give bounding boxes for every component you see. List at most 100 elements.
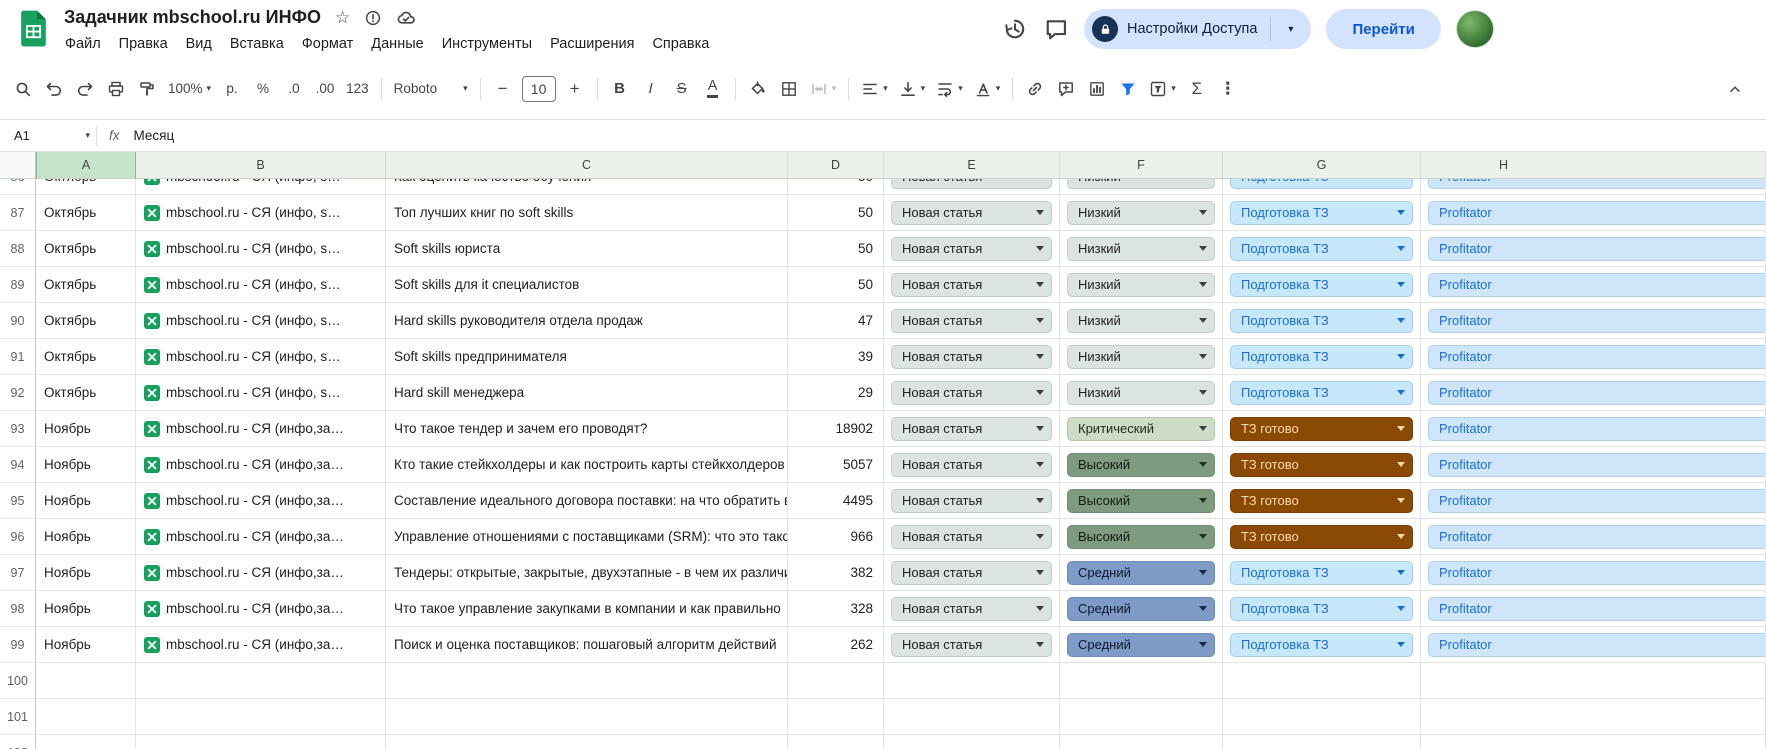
priority-chip[interactable]: Средний	[1067, 561, 1215, 585]
cell-month[interactable]: Октябрь	[36, 179, 136, 195]
cell-title[interactable]: Soft skills предпринимателя	[386, 339, 788, 375]
stage-chip[interactable]: Подготовка ТЗ	[1230, 309, 1413, 333]
menu-format[interactable]: Формат	[293, 34, 363, 54]
row-number[interactable]: 92	[0, 375, 36, 411]
cell-month[interactable]: Октябрь	[36, 195, 136, 231]
author-chip[interactable]: Profitator	[1428, 489, 1766, 513]
cell-stage[interactable]: ТЗ готово	[1223, 483, 1421, 519]
column-header-A[interactable]: A	[36, 152, 136, 179]
cell-status[interactable]: Новая статья	[884, 555, 1060, 591]
cell-empty[interactable]	[1421, 735, 1766, 749]
stage-chip[interactable]: Подготовка ТЗ	[1230, 633, 1413, 657]
cell-month[interactable]: Ноябрь	[36, 591, 136, 627]
cell-link[interactable]: mbschool.ru - СЯ (инфо,за…	[136, 591, 386, 627]
cell-priority[interactable]: Низкий	[1060, 231, 1223, 267]
cell-status[interactable]: Новая статья	[884, 303, 1060, 339]
cell-status[interactable]: Новая статья	[884, 339, 1060, 375]
row-number[interactable]: 98	[0, 591, 36, 627]
cell-status[interactable]: Новая статья	[884, 179, 1060, 195]
status-chip[interactable]: Новая статья	[891, 309, 1052, 333]
row-number[interactable]: 87	[0, 195, 36, 231]
insert-comment-button[interactable]	[1051, 74, 1081, 104]
cell-empty[interactable]	[788, 663, 884, 699]
row-number[interactable]: 101	[0, 699, 36, 735]
cell-stage[interactable]: Подготовка ТЗ	[1223, 231, 1421, 267]
cell-empty[interactable]	[36, 735, 136, 749]
cell-priority[interactable]: Низкий	[1060, 303, 1223, 339]
stage-chip[interactable]: ТЗ готово	[1230, 453, 1413, 477]
history-icon[interactable]	[1002, 16, 1028, 42]
cell-empty[interactable]	[136, 663, 386, 699]
status-chip[interactable]: Новая статья	[891, 179, 1052, 189]
cell-priority[interactable]: Низкий	[1060, 267, 1223, 303]
zoom-select[interactable]: 100%▾	[163, 74, 216, 104]
cell-status[interactable]: Новая статья	[884, 411, 1060, 447]
status-chip[interactable]: Новая статья	[891, 273, 1052, 297]
sheets-logo-icon[interactable]	[13, 8, 54, 49]
cell-volume[interactable]: 47	[788, 303, 884, 339]
cell-priority[interactable]: Низкий	[1060, 339, 1223, 375]
menu-edit[interactable]: Правка	[110, 34, 177, 54]
status-chip[interactable]: Новая статья	[891, 489, 1052, 513]
select-all-corner[interactable]	[0, 152, 36, 179]
cell-link[interactable]: mbschool.ru - СЯ (инфо, s…	[136, 375, 386, 411]
cell-empty[interactable]	[1060, 699, 1223, 735]
cell-priority[interactable]: Низкий	[1060, 375, 1223, 411]
cell-empty[interactable]	[884, 663, 1060, 699]
stage-chip[interactable]: Подготовка ТЗ	[1230, 561, 1413, 585]
cell-author[interactable]: Profitator	[1421, 627, 1766, 663]
text-wrap-button[interactable]: ▾	[931, 74, 968, 104]
increase-font-size-button[interactable]: +	[560, 74, 590, 104]
cell-status[interactable]: Новая статья	[884, 483, 1060, 519]
author-chip[interactable]: Profitator	[1428, 561, 1766, 585]
cell-empty[interactable]	[788, 699, 884, 735]
cell-stage[interactable]: ТЗ готово	[1223, 411, 1421, 447]
cell-stage[interactable]: ТЗ готово	[1223, 447, 1421, 483]
row-number[interactable]: 102	[0, 735, 36, 749]
filter-button[interactable]	[1113, 74, 1143, 104]
cell-empty[interactable]	[136, 699, 386, 735]
cell-volume[interactable]: 50	[788, 195, 884, 231]
cell-author[interactable]: Profitator	[1421, 267, 1766, 303]
cell-empty[interactable]	[884, 699, 1060, 735]
cell-empty[interactable]	[1223, 735, 1421, 749]
status-chip[interactable]: Новая статья	[891, 381, 1052, 405]
menu-file[interactable]: Файл	[56, 34, 110, 54]
priority-chip[interactable]: Средний	[1067, 633, 1215, 657]
toolbar-more-button[interactable]: ⋮	[1213, 74, 1243, 104]
cell-volume[interactable]: 5057	[788, 447, 884, 483]
cell-volume[interactable]: 39	[788, 339, 884, 375]
cell-title[interactable]: Управление отношениями с поставщиками (S…	[386, 519, 788, 555]
status-chip[interactable]: Новая статья	[891, 597, 1052, 621]
cell-link[interactable]: mbschool.ru - СЯ (инфо, s…	[136, 303, 386, 339]
priority-chip[interactable]: Низкий	[1067, 309, 1215, 333]
cell-month[interactable]: Ноябрь	[36, 555, 136, 591]
cell-title[interactable]: Поиск и оценка поставщиков: пошаговый ал…	[386, 627, 788, 663]
strikethrough-button[interactable]: S	[667, 74, 697, 104]
insert-chart-button[interactable]	[1082, 74, 1112, 104]
status-chip[interactable]: Новая статья	[891, 633, 1052, 657]
horizontal-align-button[interactable]: ▾	[856, 74, 893, 104]
author-chip[interactable]: Profitator	[1428, 597, 1766, 621]
fill-color-button[interactable]	[743, 74, 773, 104]
cell-stage[interactable]: Подготовка ТЗ	[1223, 339, 1421, 375]
formula-input[interactable]: Месяц	[134, 128, 175, 143]
filter-views-button[interactable]: ▾	[1144, 74, 1181, 104]
cell-link[interactable]: mbschool.ru - СЯ (инфо,за…	[136, 519, 386, 555]
comments-icon[interactable]	[1043, 16, 1069, 42]
status-chip[interactable]: Новая статья	[891, 525, 1052, 549]
text-rotation-button[interactable]: ▾	[969, 74, 1006, 104]
cell-empty[interactable]	[36, 699, 136, 735]
author-chip[interactable]: Profitator	[1428, 381, 1766, 405]
cell-title[interactable]: Что такое тендер и зачем его проводят?	[386, 411, 788, 447]
cell-stage[interactable]: Подготовка ТЗ	[1223, 303, 1421, 339]
author-chip[interactable]: Profitator	[1428, 345, 1766, 369]
stage-chip[interactable]: Подготовка ТЗ	[1230, 237, 1413, 261]
author-chip[interactable]: Profitator	[1428, 417, 1766, 441]
column-header-D[interactable]: D	[788, 152, 884, 179]
cell-author[interactable]: Profitator	[1421, 375, 1766, 411]
bold-button[interactable]: B	[605, 74, 635, 104]
cell-priority[interactable]: Средний	[1060, 627, 1223, 663]
cell-volume[interactable]: 18902	[788, 411, 884, 447]
priority-chip[interactable]: Высокий	[1067, 525, 1215, 549]
